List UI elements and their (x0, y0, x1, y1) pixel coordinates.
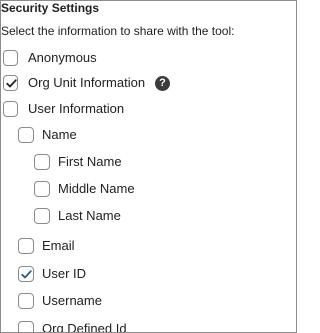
user-id-label[interactable]: User ID (42, 266, 86, 282)
option-name[interactable]: Name (18, 125, 77, 145)
option-user-id[interactable]: User ID (18, 264, 86, 284)
org-unit-information-label[interactable]: Org Unit Information (28, 75, 145, 91)
user-id-checkbox[interactable] (18, 266, 34, 282)
option-middle-name[interactable]: Middle Name (34, 179, 135, 199)
option-org-defined-id[interactable]: Org Defined Id (18, 319, 127, 332)
user-information-checkbox[interactable] (3, 101, 18, 117)
option-email[interactable]: Email (18, 236, 75, 256)
first-name-label[interactable]: First Name (58, 154, 122, 170)
option-anonymous[interactable]: Anonymous (3, 48, 97, 68)
anonymous-label[interactable]: Anonymous (28, 50, 97, 66)
first-name-checkbox[interactable] (34, 154, 50, 170)
instructions-text: Select the information to share with the… (1, 24, 235, 38)
question-mark-icon[interactable]: ? (155, 75, 171, 91)
org-defined-id-checkbox[interactable] (18, 321, 34, 332)
security-settings-panel: Security Settings Select the information… (0, 0, 297, 333)
middle-name-checkbox[interactable] (34, 181, 50, 197)
name-label[interactable]: Name (42, 127, 77, 143)
email-label[interactable]: Email (42, 238, 75, 254)
checkmark-icon (21, 270, 32, 279)
option-user-information[interactable]: User Information (3, 99, 124, 119)
username-checkbox[interactable] (18, 293, 34, 309)
option-username[interactable]: Username (18, 291, 102, 311)
last-name-label[interactable]: Last Name (58, 208, 121, 224)
anonymous-checkbox[interactable] (3, 50, 18, 66)
option-first-name[interactable]: First Name (34, 152, 122, 172)
user-information-label[interactable]: User Information (28, 101, 124, 117)
email-checkbox[interactable] (18, 238, 34, 254)
org-defined-id-label[interactable]: Org Defined Id (42, 321, 127, 332)
checkmark-icon (6, 79, 17, 88)
option-last-name[interactable]: Last Name (34, 206, 121, 226)
option-org-unit-information[interactable]: Org Unit Information ? (3, 73, 171, 93)
last-name-checkbox[interactable] (34, 208, 50, 224)
section-title: Security Settings (1, 1, 100, 15)
middle-name-label[interactable]: Middle Name (58, 181, 135, 197)
name-checkbox[interactable] (18, 127, 34, 143)
org-unit-information-checkbox[interactable] (3, 75, 18, 91)
username-label[interactable]: Username (42, 293, 102, 309)
